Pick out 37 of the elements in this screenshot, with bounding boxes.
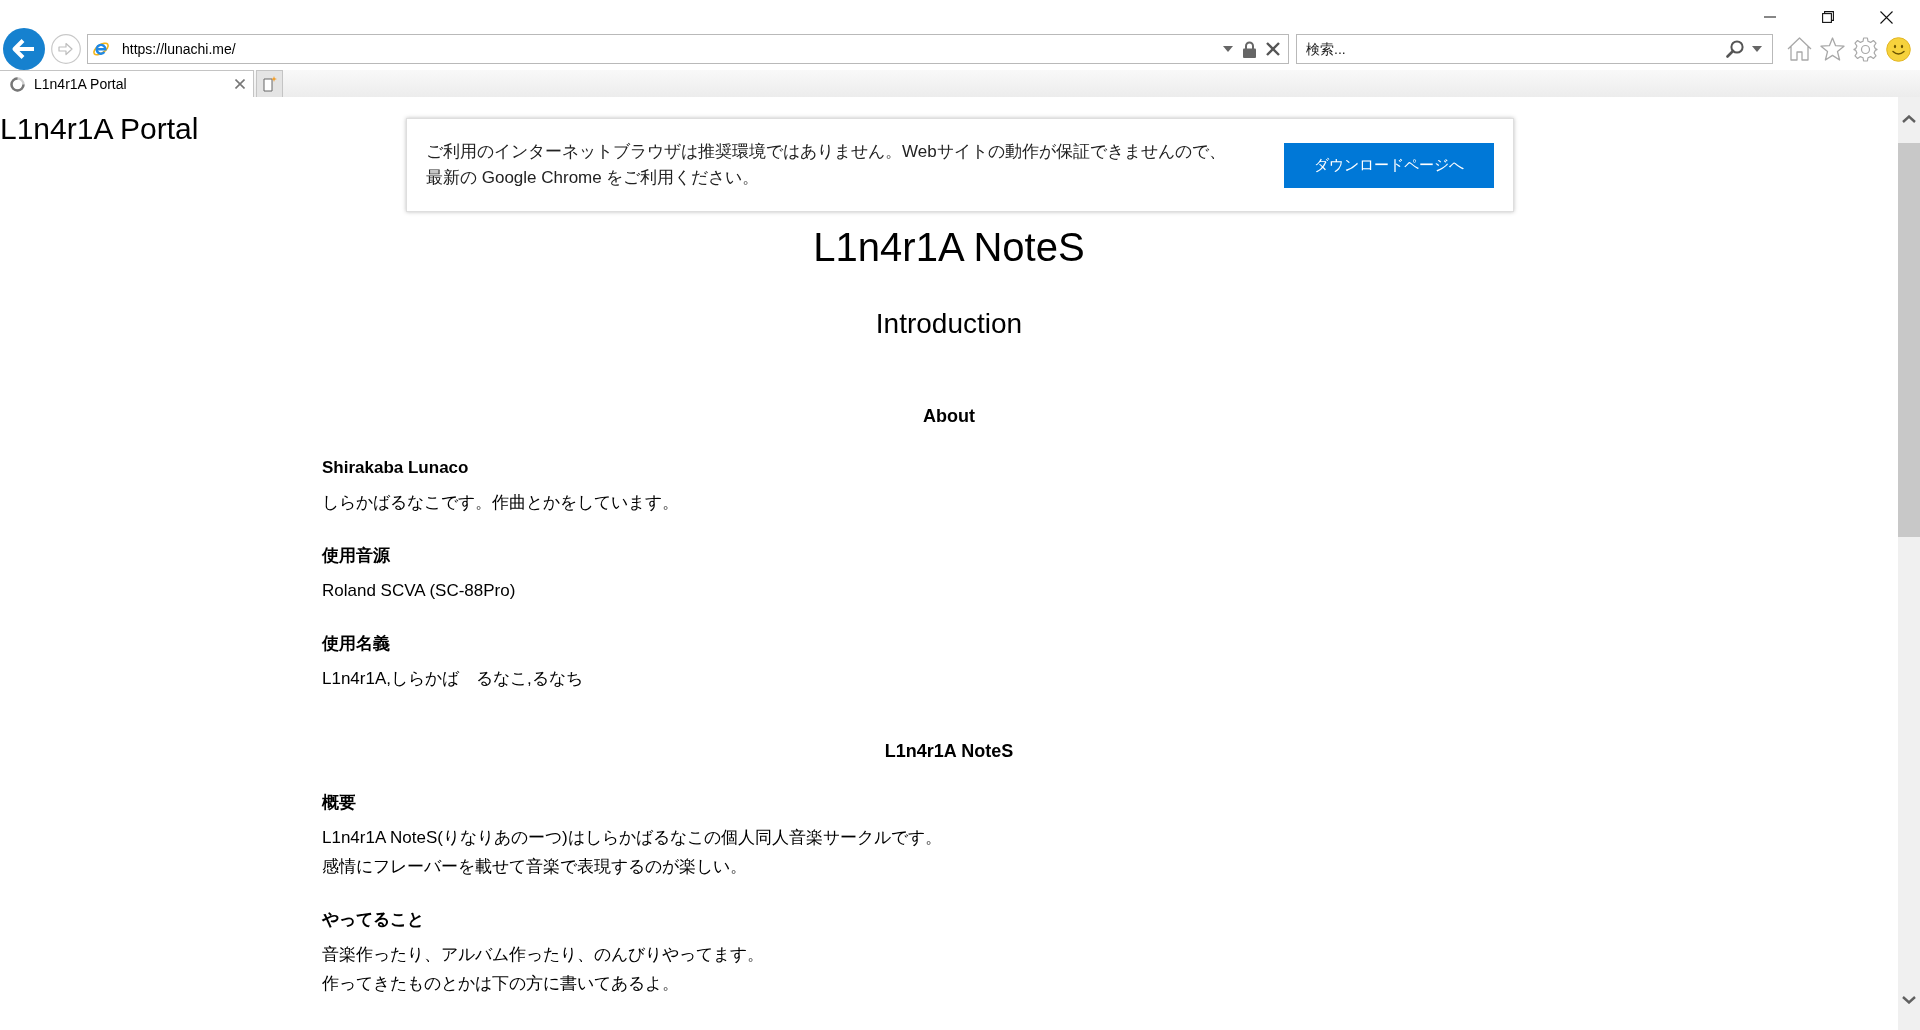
scrollbar-thumb[interactable] (1898, 143, 1920, 537)
page-title: L1n4r1A NoteS (813, 224, 1085, 271)
item-label: 使用音源 (322, 545, 390, 567)
item-text: Roland SCVA (SC-88Pro) (322, 580, 516, 602)
stop-x-icon[interactable] (1266, 42, 1280, 56)
scroll-down-icon[interactable] (1902, 996, 1916, 1004)
item-text: L1n4r1A,しらかば るなこ,るなち (322, 668, 583, 690)
lock-icon (1243, 40, 1256, 58)
section-heading: L1n4r1A NoteS (884, 740, 1014, 763)
dropdown-caret-icon[interactable] (1752, 46, 1762, 52)
browser-logo-icon (92, 40, 110, 58)
download-page-button[interactable]: ダウンロードページへ (1284, 142, 1494, 188)
site-title: L1n4r1A Portal (0, 111, 199, 147)
restore-icon[interactable] (1822, 11, 1834, 23)
page-subtitle: Introduction (875, 307, 1023, 341)
item-text: 音楽作ったり、アルバム作ったり、のんびりやってます。 作ってきたものとかは下の方に書いてあるよ。 (322, 944, 764, 995)
search-icon[interactable] (1726, 40, 1744, 58)
item-text: しらかばるなこです。作曲とかをしています。 (322, 492, 679, 514)
search-bar[interactable]: 検索... (1296, 34, 1773, 64)
notice-text: ご利用のインターネットブラウザは推奨環境ではありません。Webサイトの動作が保証できませんので、 最新の Google Chrome をご利用ください。 (426, 141, 1226, 189)
loading-spinner-icon (10, 76, 25, 92)
search-input[interactable]: 検索... (1306, 39, 1718, 59)
item-label: やってること (322, 909, 424, 931)
item-label: 使用名義 (322, 633, 390, 655)
url-field[interactable]: https://lunachi.me/ (120, 39, 1213, 59)
item-label: Shirakaba Lunaco (322, 457, 469, 479)
tab-close-icon[interactable] (235, 79, 245, 89)
dropdown-caret-icon[interactable] (1223, 46, 1233, 52)
browser-tab[interactable]: L1n4r1A Portal (0, 70, 254, 97)
star-icon[interactable] (1820, 37, 1845, 61)
scroll-up-icon[interactable] (1902, 115, 1916, 123)
smiley-face-icon[interactable] (1886, 36, 1911, 62)
address-bar[interactable]: https://lunachi.me/ (87, 34, 1289, 64)
item-label: 概要 (322, 792, 356, 814)
close-icon[interactable] (1879, 10, 1893, 24)
section-heading: About (923, 405, 975, 428)
item-text: L1n4r1A NoteS(りなりあのーつ)はしらかばるなこの個人同人音楽サークルです。 感情にフレーバーを載せて音楽で表現するのが楽しい。 (322, 827, 942, 878)
